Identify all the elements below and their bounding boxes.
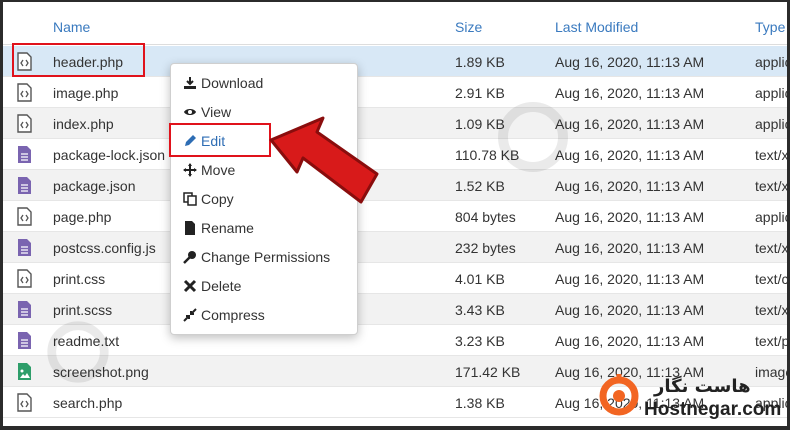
file-type: applic	[755, 116, 790, 132]
code-file-icon	[17, 114, 32, 133]
file-modified: Aug 16, 2020, 11:13 AM	[555, 271, 705, 287]
copy-icon	[183, 192, 197, 206]
table-row[interactable]: index.php 1.09 KB Aug 16, 2020, 11:13 AM…	[3, 108, 790, 139]
file-size: 171.42 KB	[455, 364, 521, 380]
column-modified-header[interactable]: Last Modified	[555, 19, 638, 35]
code-file-icon	[17, 393, 32, 412]
table-row[interactable]: package.json 1.52 KB Aug 16, 2020, 11:13…	[3, 170, 789, 201]
watermark-logo-icon	[498, 102, 568, 172]
file-size: 4.01 KB	[455, 271, 505, 287]
brand-name-en: Hostnegar.com	[644, 399, 782, 420]
file-modified: Aug 16, 2020, 11:13 AM	[555, 178, 705, 194]
menu-item-delete[interactable]: Delete	[171, 273, 357, 299]
file-type: text/x	[755, 178, 789, 194]
table-header: Name Size Last Modified Type	[3, 2, 787, 45]
eye-icon	[184, 109, 196, 115]
file-manager: Name Size Last Modified Type header.php …	[0, 0, 790, 430]
table-row[interactable]: postcss.config.js 232 bytes Aug 16, 2020…	[3, 232, 789, 263]
file-name: index.php	[53, 116, 114, 132]
file-modified: Aug 16, 2020, 11:13 AM	[555, 302, 705, 318]
brand-name-fa: هاست نگار	[654, 376, 751, 397]
menu-item-label: View	[201, 104, 232, 120]
table-row[interactable]: print.scss 3.43 KB Aug 16, 2020, 11:13 A…	[3, 294, 789, 325]
file-name: image.php	[53, 85, 119, 101]
watermark-logo-icon	[47, 321, 109, 383]
menu-item-label: Copy	[201, 191, 234, 207]
file-name: postcss.config.js	[53, 240, 156, 256]
file-modified: Aug 16, 2020, 11:13 AM	[555, 54, 705, 70]
file-type: text/c	[755, 271, 789, 287]
pointer-arrow-icon	[269, 116, 379, 204]
menu-item-label: Move	[201, 162, 236, 178]
file-size: 3.43 KB	[455, 302, 505, 318]
file-size: 804 bytes	[455, 209, 516, 225]
text-file-icon	[18, 301, 31, 318]
text-file-icon	[18, 239, 31, 256]
file-modified: Aug 16, 2020, 11:13 AM	[555, 240, 705, 256]
menu-item-rename[interactable]: Rename	[171, 215, 357, 241]
file-name: search.php	[53, 395, 123, 411]
file-type: applic	[755, 85, 790, 101]
file-modified: Aug 16, 2020, 11:13 AM	[555, 116, 705, 132]
menu-item-label: Download	[201, 75, 264, 91]
file-name: page.php	[53, 209, 112, 225]
file-size: 3.23 KB	[455, 333, 505, 349]
file-type: text/x	[755, 147, 789, 163]
table-row[interactable]: readme.txt 3.23 KB Aug 16, 2020, 11:13 A…	[3, 325, 790, 356]
file-name: print.css	[53, 271, 106, 287]
file-type: text/x	[755, 240, 789, 256]
table-row[interactable]: image.php 2.91 KB Aug 16, 2020, 11:13 AM…	[3, 77, 790, 108]
file-size: 232 bytes	[455, 240, 516, 256]
text-file-icon	[18, 146, 31, 163]
close-icon	[183, 279, 197, 293]
menu-item-compress[interactable]: Compress	[171, 302, 357, 328]
table-row[interactable]: print.css 4.01 KB Aug 16, 2020, 11:13 AM…	[3, 263, 789, 294]
file-name: package.json	[53, 178, 136, 194]
brand-logo: هاست نگار Hostnegar.com	[598, 370, 787, 420]
menu-item-label: Delete	[201, 278, 242, 294]
key-icon	[183, 251, 196, 264]
file-name: package-lock.json	[53, 147, 166, 163]
file-name: print.scss	[53, 302, 113, 318]
image-file-icon	[18, 363, 31, 380]
text-file-icon	[18, 177, 31, 194]
file-type: text/x	[755, 302, 789, 318]
file-type: applic	[755, 209, 790, 225]
compress-icon	[183, 308, 197, 322]
menu-item-download[interactable]: Download	[171, 70, 357, 96]
file-size: 1.89 KB	[455, 54, 505, 70]
column-type-header[interactable]: Type	[755, 19, 785, 35]
file-size: 1.52 KB	[455, 178, 505, 194]
menu-item-label: Change Permissions	[201, 249, 331, 265]
file-modified: Aug 16, 2020, 11:13 AM	[555, 85, 705, 101]
file-type: text/p	[755, 333, 790, 349]
menu-item-label: Compress	[201, 307, 265, 323]
column-size-header[interactable]: Size	[455, 19, 482, 35]
file-modified: Aug 16, 2020, 11:13 AM	[555, 147, 705, 163]
file-modified: Aug 16, 2020, 11:13 AM	[555, 333, 705, 349]
code-file-icon	[17, 269, 32, 288]
column-name-header[interactable]: Name	[53, 19, 90, 35]
edit-highlight	[169, 123, 271, 157]
menu-item-change-permissions[interactable]: Change Permissions	[171, 244, 357, 270]
code-file-icon	[17, 83, 32, 102]
text-file-icon	[18, 332, 31, 349]
file-modified: Aug 16, 2020, 11:13 AM	[555, 209, 705, 225]
selected-file-highlight	[12, 43, 145, 77]
hostnegar-logo-icon	[599, 374, 639, 416]
code-file-icon	[17, 207, 32, 226]
download-icon	[184, 77, 196, 89]
file-type: applic	[755, 54, 790, 70]
file-size: 1.38 KB	[455, 395, 505, 411]
table-row[interactable]: package-lock.json 110.78 KB Aug 16, 2020…	[3, 139, 789, 170]
file-icon	[185, 221, 195, 235]
move-arrows-icon	[183, 163, 197, 177]
menu-item-label: Rename	[201, 220, 254, 236]
table-row[interactable]: page.php 804 bytes Aug 16, 2020, 11:13 A…	[3, 201, 790, 232]
